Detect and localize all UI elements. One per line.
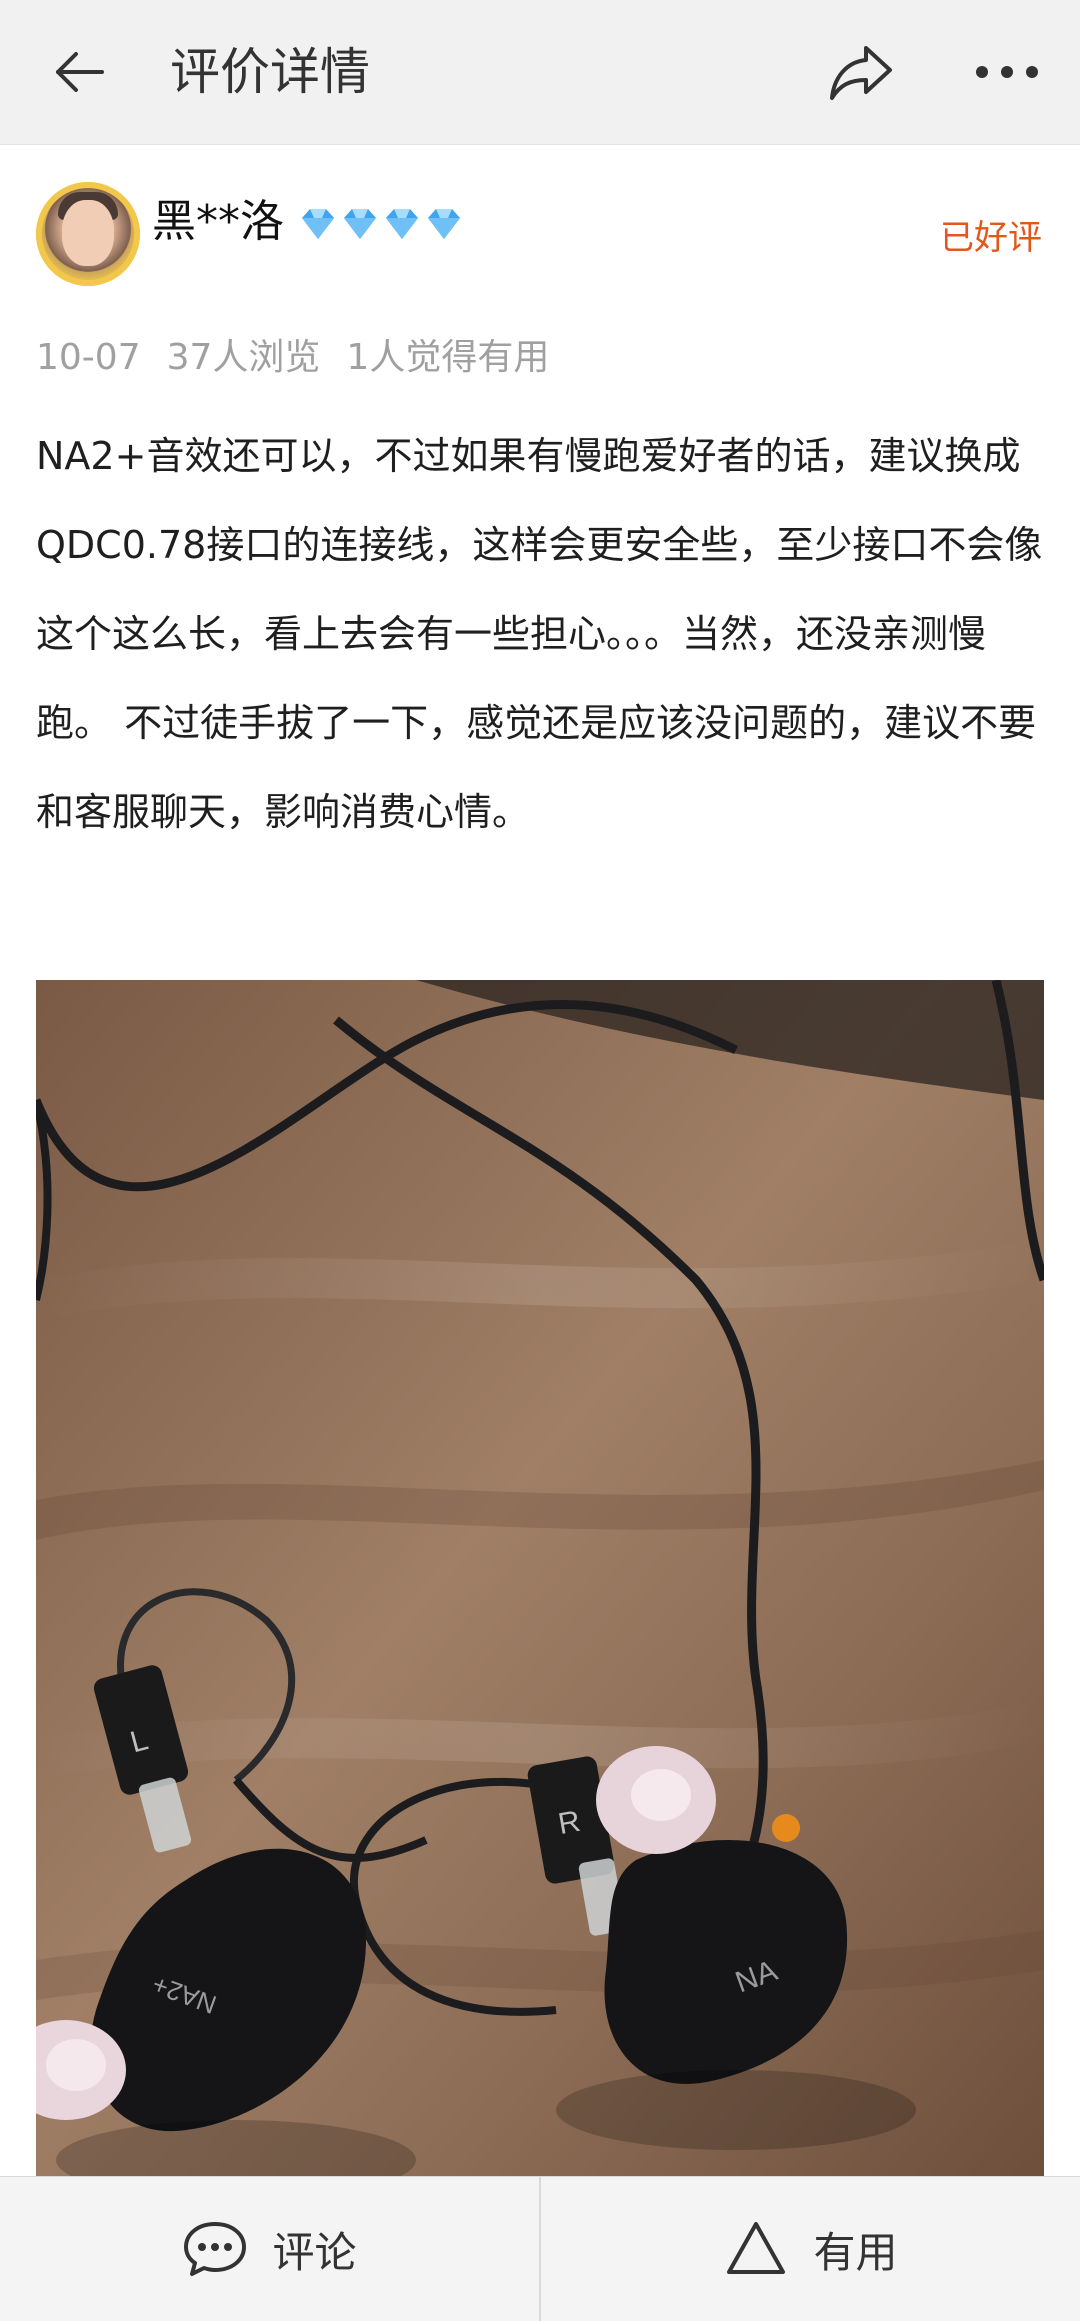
comment-label: 评论 [272,2227,357,2277]
diamond-icon [386,209,418,239]
reviewer-name[interactable]: 黑**洛 [152,194,284,250]
bottom-action-bar: 评论 有用 [0,2176,1080,2321]
member-level [298,206,464,242]
arrow-left-icon[interactable] [50,42,110,102]
diamond-icon [302,209,334,239]
review-meta: 10-07 37人浏览 1人觉得有用 [36,334,575,382]
diamond-icon [344,209,376,239]
useful-label: 有用 [813,2227,898,2277]
earphones-photo: L R NA2+ NA [36,980,1044,2176]
view-count: 37人浏览 [166,337,321,378]
review-text: NA2+音效还可以，不过如果有慢跑爱好者的话，建议换成QDC0.78接口的连接线… [36,434,1043,834]
page-title: 评价详情 [170,43,370,101]
review-photo[interactable]: L R NA2+ NA [36,980,1044,2176]
reviewer-info: 黑**洛 已好评 [0,144,1080,314]
chat-bubble-icon [184,2222,247,2276]
rating-badge: 已好评 [940,218,1042,258]
more-dots-icon[interactable] [974,48,1040,96]
review-date: 10-07 [36,337,141,378]
diamond-icon [428,209,460,239]
share-icon[interactable] [826,40,896,104]
helpful-count: 1人觉得有用 [346,337,550,378]
avatar[interactable] [36,182,140,286]
top-navigation-bar: 评价详情 [0,0,1080,145]
comment-button[interactable]: 评论 [0,2177,539,2321]
avatar-face [62,200,114,266]
triangle-icon [727,2222,786,2274]
useful-button[interactable]: 有用 [539,2177,1080,2321]
